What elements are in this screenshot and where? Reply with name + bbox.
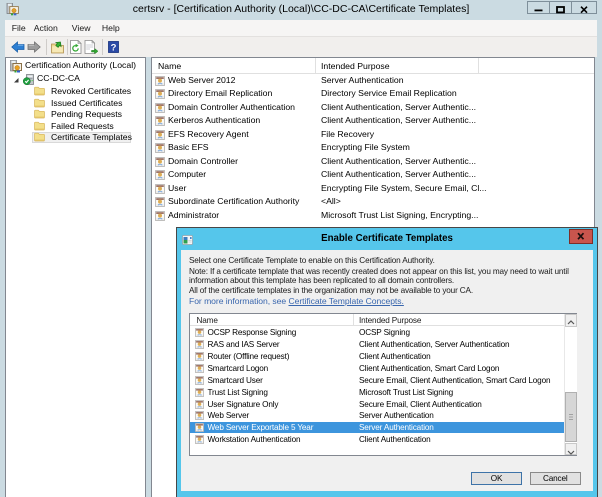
svg-text:?: ? [111, 42, 117, 53]
